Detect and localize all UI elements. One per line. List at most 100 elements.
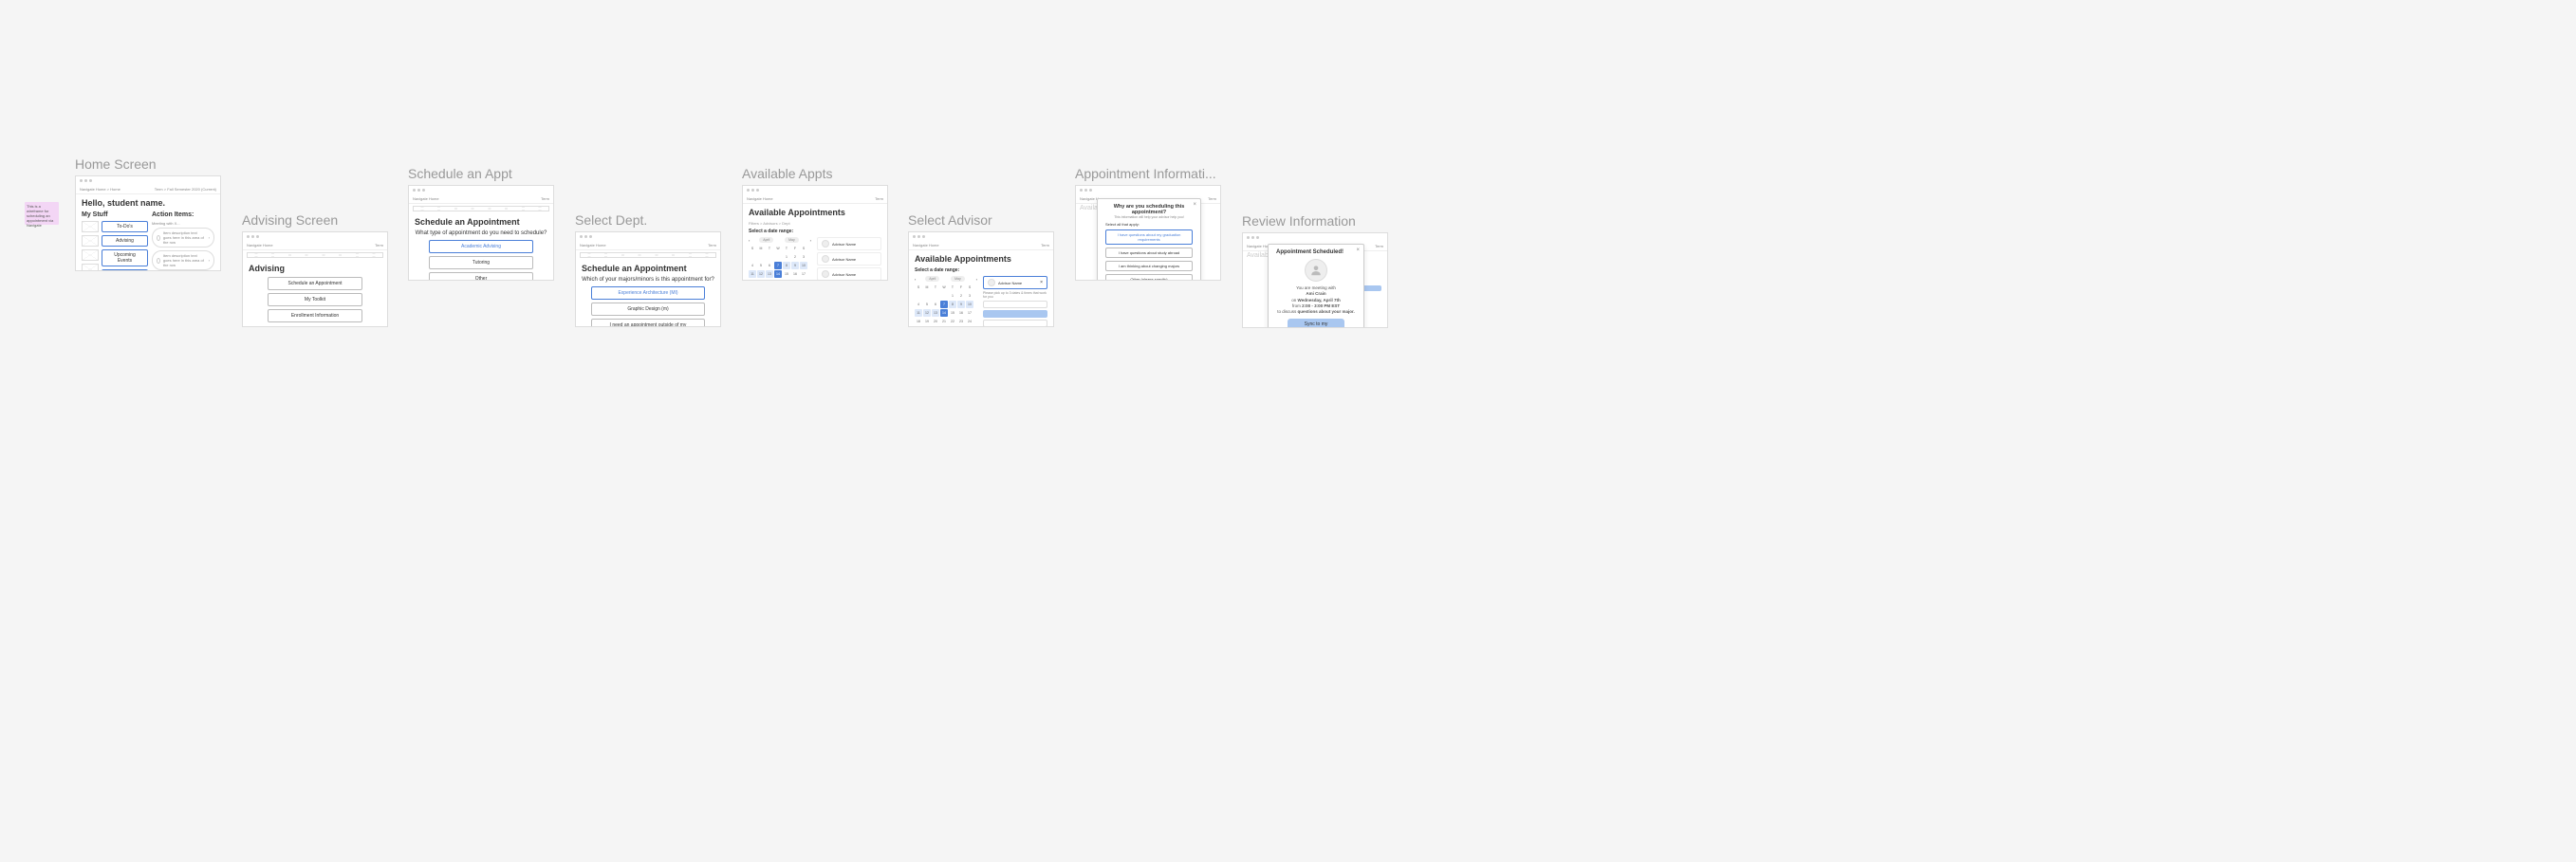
breadcrumb: Navigate Home > Home [80, 187, 120, 192]
avatar-icon [822, 255, 829, 263]
dept-question: Which of your majors/minors is this appo… [582, 277, 714, 283]
advisor-name: Advisor Name [998, 281, 1022, 285]
placeholder-box [82, 235, 99, 247]
chevron-left-icon[interactable]: ‹ [915, 277, 916, 282]
month-may[interactable]: May [951, 276, 965, 282]
option-major-1[interactable]: Experience Architecture (MI) [591, 286, 705, 300]
frame-title-select-advisor: Select Advisor [908, 212, 1054, 228]
frame-title-advising: Advising Screen [242, 212, 388, 228]
frame-advising[interactable]: Navigate HomeTerm Advising Schedule an A… [242, 231, 388, 327]
advising-heading: Advising [249, 264, 381, 273]
avatar-icon [822, 270, 829, 278]
date-range-label: Select a date range: [749, 229, 881, 234]
my-stuff-heading: My Stuff [82, 211, 148, 218]
window-dots [743, 186, 887, 194]
person-icon [1309, 264, 1323, 277]
my-toolkit-button[interactable]: My Toolkit [268, 293, 362, 306]
sticky-note: This is a wireframe for scheduling an ap… [25, 202, 59, 225]
topbar: Navigate HomeTerm [909, 241, 1053, 250]
close-icon[interactable]: × [1193, 202, 1196, 208]
reason-option[interactable]: I have questions about study abroad [1105, 248, 1193, 258]
advisor-name: Advisor Name [832, 257, 856, 262]
time-slots[interactable] [983, 301, 1047, 327]
nav-todos[interactable]: To-Do's [102, 221, 148, 232]
frame-title-available: Available Appts [742, 166, 888, 181]
advisor-name: Advisor Name [832, 242, 856, 247]
frame-appt-info[interactable]: Navigate HomeTerm Available… × Why are y… [1075, 185, 1221, 281]
window-dots [1076, 186, 1220, 194]
option-outside-major[interactable]: I need an appointment outside of my majo… [591, 319, 705, 327]
month-april[interactable]: April [759, 237, 773, 243]
helper-text: Please pick up to 3 dates & times that w… [983, 291, 1047, 299]
circle-icon [157, 258, 160, 264]
frame-title-select-dept: Select Dept. [575, 212, 721, 228]
action-row[interactable]: Item description text goes here in this … [152, 250, 214, 270]
month-april[interactable]: April [925, 276, 939, 282]
close-icon[interactable]: × [1040, 280, 1043, 285]
chevron-right-icon[interactable]: › [810, 238, 811, 243]
placeholder-box [82, 264, 99, 271]
topbar: Navigate HomeTerm [243, 241, 387, 250]
enrollment-info-button[interactable]: Enrollment Information [268, 309, 362, 322]
term-selector[interactable]: Term > Fall Semester 2020 (Current) [155, 187, 216, 192]
schedule-heading: Schedule an Appointment [415, 217, 547, 227]
calendar[interactable]: ‹ April May › SMTWTFS 123 45678910 11121… [915, 276, 977, 327]
option-tutoring[interactable]: Tutoring [429, 256, 533, 269]
modal-appt-reason: × Why are you scheduling this appointmen… [1097, 198, 1201, 281]
reason-option[interactable]: I am thinking about changing majors [1105, 261, 1193, 271]
month-may[interactable]: May [785, 237, 799, 243]
close-icon[interactable]: × [1356, 248, 1360, 253]
frame-review[interactable]: Navigate HomeTerm Availabl… × Appointmen… [1242, 232, 1388, 328]
modal-subtitle: This information will help your advisor … [1105, 215, 1193, 219]
select-label: Select all that apply: [1105, 222, 1193, 227]
nav-advising[interactable]: Advising [102, 235, 148, 247]
advisor-row[interactable]: Advisor Name [817, 237, 881, 250]
window-dots [243, 232, 387, 241]
calendar-grid[interactable]: SMTWTFS 123 45678910 11121314151617 1819… [915, 284, 977, 327]
avatar-icon [988, 279, 995, 286]
topbar: Navigate HomeTerm [743, 194, 887, 204]
advisor-row-selected[interactable]: Advisor Name × [983, 276, 1047, 289]
chevron-left-icon[interactable]: ‹ [749, 238, 750, 243]
frame-available[interactable]: Navigate HomeTerm Available Appointments… [742, 185, 888, 281]
option-major-2[interactable]: Graphic Design (m) [591, 303, 705, 316]
nav-resources[interactable]: Resources [102, 269, 148, 271]
date-range-label: Select a date range: [915, 267, 1047, 273]
nav-events[interactable]: Upcoming Events [102, 249, 148, 266]
schedule-appt-button[interactable]: Schedule an Appointment [268, 277, 362, 290]
window-dots [909, 232, 1053, 241]
topbar: Navigate HomeTerm [576, 241, 720, 250]
topbar: Navigate Home > Home Term > Fall Semeste… [76, 185, 220, 194]
calendar-grid[interactable]: SMTWTFS 123 45678910 11121314151617 1819… [749, 245, 811, 281]
placeholder-box [580, 252, 716, 258]
sync-calendar-button[interactable]: Sync to my calendar [1288, 319, 1344, 328]
available-heading: Available Appointments [915, 254, 1047, 264]
modal-title: Why are you scheduling this appointment? [1105, 204, 1193, 215]
action-subhead: Meeting with X... [152, 221, 214, 226]
frame-home[interactable]: Navigate Home > Home Term > Fall Semeste… [75, 175, 221, 271]
frame-schedule[interactable]: Navigate HomeTerm Schedule an Appointmen… [408, 185, 554, 281]
advisor-avatar [1305, 259, 1327, 282]
action-text: Item description text goes here in this … [163, 253, 206, 267]
placeholder-box [82, 221, 99, 232]
modal-title: Appointment Scheduled! [1276, 249, 1356, 255]
option-academic-advising[interactable]: Academic Advising [429, 240, 533, 253]
circle-icon [157, 235, 160, 241]
frame-select-dept[interactable]: Navigate HomeTerm Schedule an Appointmen… [575, 231, 721, 327]
calendar[interactable]: ‹ April May › SMTWTFS 123 45678910 11121… [749, 237, 811, 281]
advisor-name: Advisor Name [832, 272, 856, 277]
frame-title-schedule: Schedule an Appt [408, 166, 554, 181]
window-dots [76, 176, 220, 185]
frame-title-review: Review Information [1242, 213, 1388, 229]
advisor-row[interactable]: Advisor Name [817, 252, 881, 266]
option-other[interactable]: Other [429, 272, 533, 281]
reason-option[interactable]: Other (please specify) [1105, 274, 1193, 281]
frame-select-advisor[interactable]: Navigate HomeTerm Available Appointments… [908, 231, 1054, 327]
reason-option[interactable]: I have questions about my graduation req… [1105, 229, 1193, 245]
chevron-right-icon[interactable]: › [976, 277, 977, 282]
frame-title-appt-info: Appointment Informati... [1075, 166, 1221, 181]
action-row[interactable]: Item description text goes here in this … [152, 228, 214, 248]
advisor-row[interactable]: Advisor Name [817, 267, 881, 281]
placeholder-box [82, 249, 99, 261]
frame-title-home: Home Screen [75, 156, 221, 172]
